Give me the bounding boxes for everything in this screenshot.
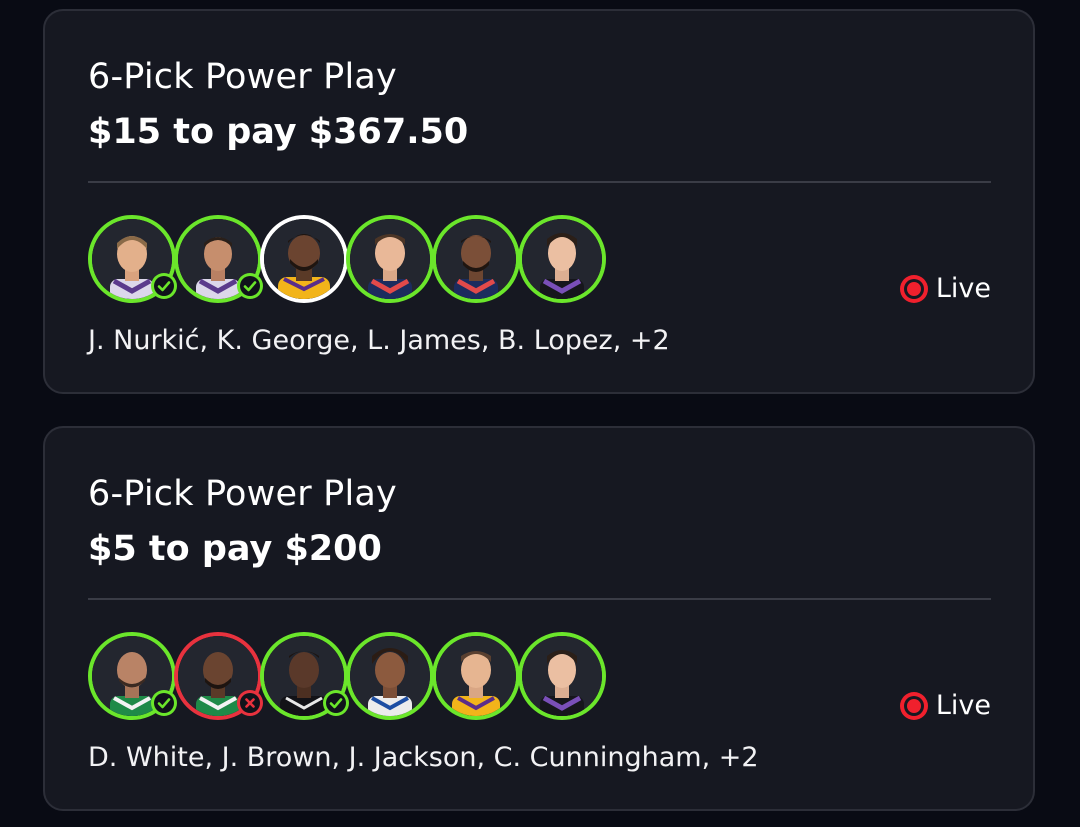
pick-avatars: [88, 632, 608, 724]
entry-title: 6-Pick Power Play: [88, 474, 397, 514]
player-avatar-6[interactable]: [518, 215, 606, 303]
player-avatar-lopez[interactable]: [346, 215, 434, 303]
player-photo: [522, 219, 602, 299]
entry-title: 6-Pick Power Play: [88, 57, 397, 97]
entry-card[interactable]: 6-Pick Power Play $15 to pay $367.50 Liv…: [43, 9, 1035, 394]
check-circle-icon: [237, 273, 263, 299]
player-photo: [350, 636, 430, 716]
entries-list: 6-Pick Power Play $15 to pay $367.50 Liv…: [0, 0, 1080, 827]
player-avatar-doncic[interactable]: [432, 632, 520, 720]
player-photo: [436, 219, 516, 299]
entry-payout: $5 to pay $200: [88, 529, 382, 569]
player-avatar-cunningham[interactable]: [346, 632, 434, 720]
players-summary: J. Nurkić, K. George, L. James, B. Lopez…: [88, 325, 670, 356]
check-circle-icon: [151, 273, 177, 299]
divider: [88, 598, 991, 600]
check-circle-icon: [151, 690, 177, 716]
live-status: Live: [899, 690, 991, 721]
players-summary: D. White, J. Brown, J. Jackson, C. Cunni…: [88, 742, 759, 773]
live-status: Live: [899, 273, 991, 304]
check-circle-icon: [323, 690, 349, 716]
player-avatar-james[interactable]: [260, 215, 348, 303]
player-photo: [350, 219, 430, 299]
player-photo: [522, 636, 602, 716]
player-photo: [264, 219, 344, 299]
player-avatar-6[interactable]: [518, 632, 606, 720]
entry-card[interactable]: 6-Pick Power Play $5 to pay $200 Live D.…: [43, 426, 1035, 811]
live-label: Live: [935, 690, 991, 721]
pick-avatars: [88, 215, 608, 307]
divider: [88, 181, 991, 183]
live-label: Live: [935, 273, 991, 304]
live-dot-icon: [899, 691, 928, 720]
live-dot-icon: [899, 274, 928, 303]
player-avatar-leonard[interactable]: [432, 215, 520, 303]
player-photo: [436, 636, 516, 716]
x-circle-icon: [237, 690, 263, 716]
entry-payout: $15 to pay $367.50: [88, 112, 469, 152]
